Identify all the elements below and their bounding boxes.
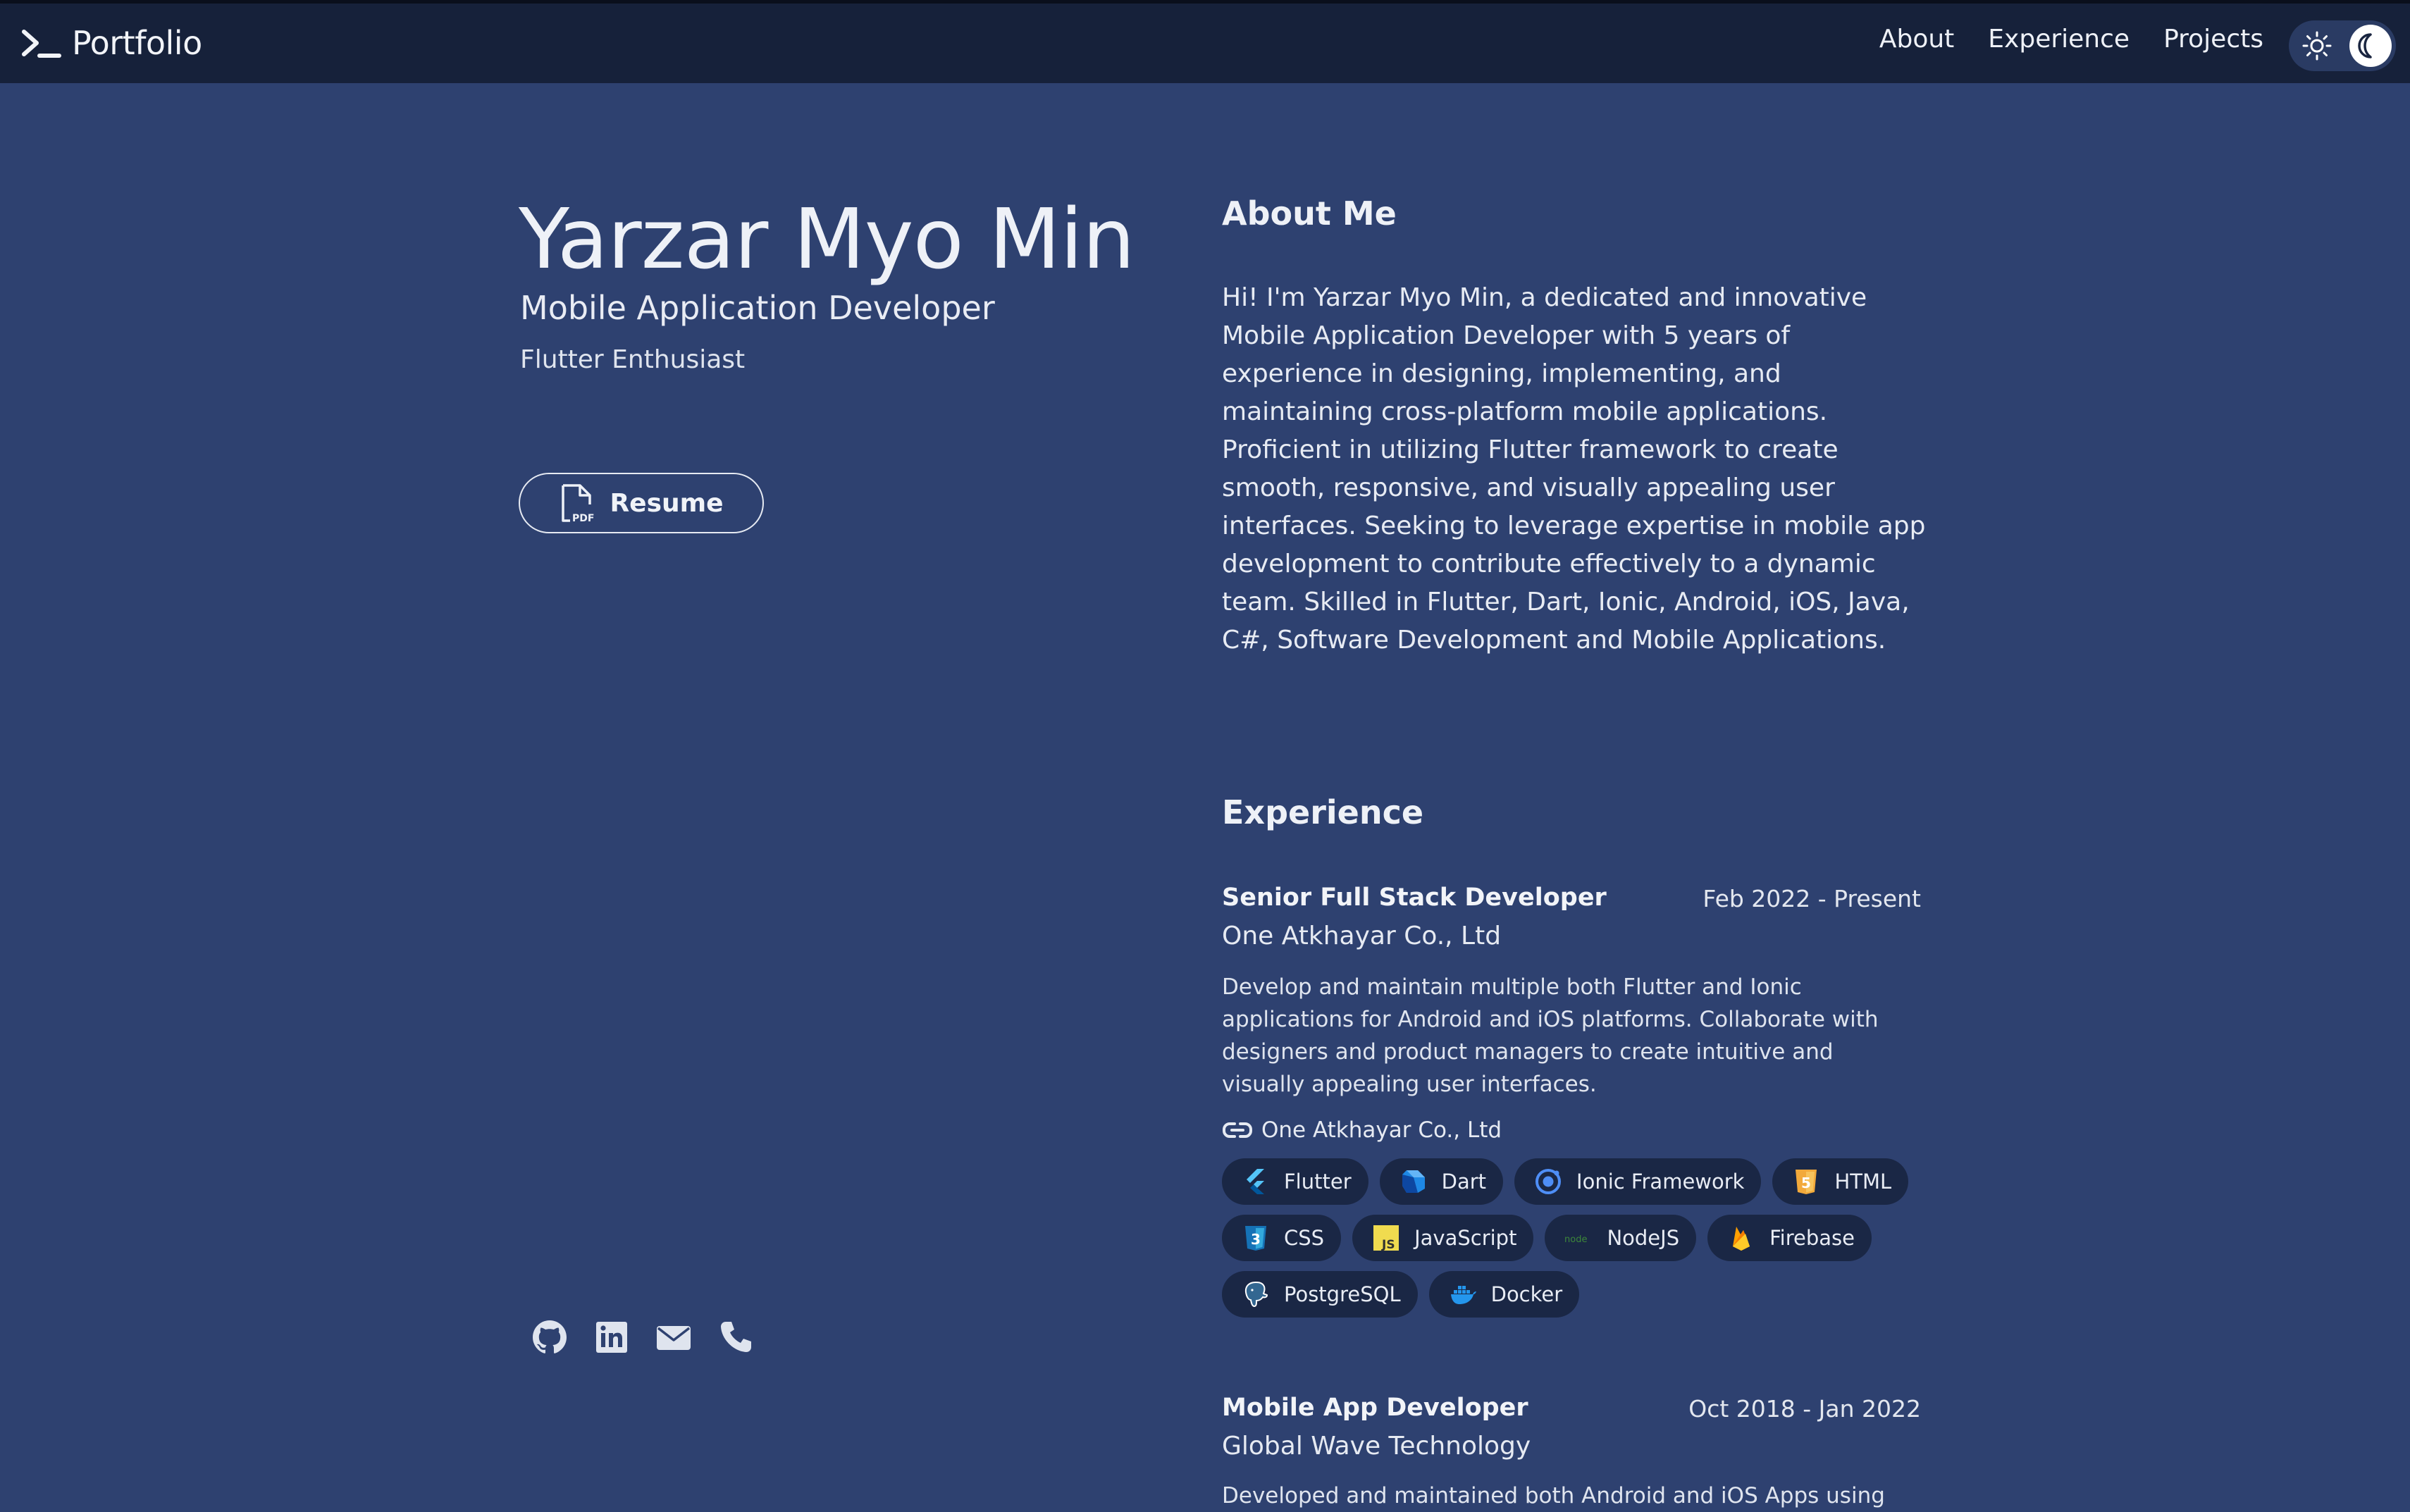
terminal-prompt-icon	[22, 30, 61, 58]
link-icon	[1223, 1122, 1252, 1138]
dart-icon	[1402, 1170, 1425, 1193]
nav-experience[interactable]: Experience	[1988, 25, 2130, 54]
profile-name: Yarzar Myo Min	[519, 190, 1135, 287]
main-nav: About Experience Projects	[1846, 25, 2263, 54]
postgresql-icon	[1244, 1281, 1268, 1308]
github-icon[interactable]	[530, 1318, 569, 1357]
social-links	[530, 1318, 778, 1357]
experience-heading: Experience	[1222, 793, 1424, 831]
svg-text:5: 5	[1801, 1175, 1811, 1191]
nav-about[interactable]: About	[1879, 25, 1954, 54]
skill-chip-dart: Dart	[1379, 1158, 1504, 1205]
svg-text:node: node	[1564, 1234, 1587, 1245]
skill-chips: Flutter Dart Ionic Framework 5 HTML 3 CS…	[1222, 1158, 1921, 1327]
skill-chip-flutter: Flutter	[1222, 1158, 1368, 1205]
profile-role: Mobile Application Developer	[520, 289, 995, 327]
javascript-icon: JS	[1373, 1225, 1399, 1252]
job-description: Developed and maintained both Android an…	[1222, 1483, 1885, 1508]
skill-chip-firebase: Firebase	[1707, 1215, 1872, 1261]
html5-icon: 5	[1796, 1170, 1817, 1194]
job-date: Oct 2018 - Jan 2022	[1688, 1395, 1921, 1423]
moon-icon	[2358, 33, 2372, 58]
resume-label: Resume	[610, 488, 724, 518]
phone-icon[interactable]	[716, 1318, 755, 1357]
theme-toggle[interactable]	[2289, 20, 2396, 71]
skill-chip-html: 5 HTML	[1772, 1158, 1909, 1205]
linkedin-icon[interactable]	[592, 1318, 631, 1357]
resume-button[interactable]: PDF Resume	[519, 473, 764, 533]
ionic-icon	[1535, 1169, 1562, 1194]
flutter-icon	[1247, 1169, 1264, 1194]
brand-title: Portfolio	[72, 24, 202, 62]
skill-label: CSS	[1284, 1226, 1325, 1250]
skill-chip-ionic: Ionic Framework	[1514, 1158, 1762, 1205]
job-date: Feb 2022 - Present	[1703, 885, 1921, 912]
job-company: One Atkhayar Co., Ltd	[1222, 922, 1502, 950]
about-heading: About Me	[1222, 194, 1397, 233]
skill-label: JavaScript	[1414, 1226, 1517, 1250]
job-description: Develop and maintain multiple both Flutt…	[1222, 974, 1879, 1097]
skill-label: NodeJS	[1607, 1226, 1680, 1250]
sun-icon	[2302, 31, 2332, 61]
about-text: Hi! I'm Yarzar Myo Min, a dedicated and …	[1222, 283, 1926, 655]
skill-label: Docker	[1490, 1282, 1563, 1306]
skill-chip-postgresql: PostgreSQL	[1222, 1271, 1418, 1318]
company-link[interactable]: One Atkhayar Co., Ltd	[1222, 1117, 1502, 1143]
css3-icon: 3	[1245, 1226, 1266, 1251]
job-title: Senior Full Stack Developer	[1222, 884, 1607, 912]
email-icon[interactable]	[654, 1318, 693, 1357]
svg-text:PDF: PDF	[572, 513, 594, 523]
nav-projects[interactable]: Projects	[2163, 25, 2263, 54]
firebase-icon	[1733, 1227, 1750, 1251]
skill-label: Flutter	[1284, 1170, 1352, 1194]
docker-icon	[1450, 1286, 1476, 1304]
skill-chip-docker: Docker	[1428, 1271, 1580, 1318]
skill-label: Firebase	[1769, 1226, 1855, 1250]
job-title: Mobile App Developer	[1222, 1394, 1528, 1422]
skill-label: HTML	[1834, 1170, 1892, 1194]
brand[interactable]: Portfolio	[20, 22, 202, 64]
profile-tagline: Flutter Enthusiast	[520, 345, 746, 374]
skill-chip-css: 3 CSS	[1222, 1215, 1342, 1261]
top-navbar: Portfolio About Experience Projects	[0, 0, 2410, 83]
svg-text:3: 3	[1251, 1231, 1261, 1248]
skill-label: Ionic Framework	[1576, 1170, 1745, 1194]
svg-text:JS: JS	[1381, 1238, 1395, 1252]
nodejs-icon: node	[1564, 1234, 1587, 1245]
skill-chip-javascript: JS JavaScript	[1352, 1215, 1534, 1261]
skill-label: Dart	[1441, 1170, 1487, 1194]
skill-chip-nodejs: node NodeJS	[1545, 1215, 1697, 1261]
company-link-text: One Atkhayar Co., Ltd	[1261, 1117, 1502, 1143]
pdf-file-icon: PDF	[562, 484, 594, 523]
job-company: Global Wave Technology	[1222, 1432, 1531, 1461]
skill-label: PostgreSQL	[1284, 1282, 1401, 1306]
